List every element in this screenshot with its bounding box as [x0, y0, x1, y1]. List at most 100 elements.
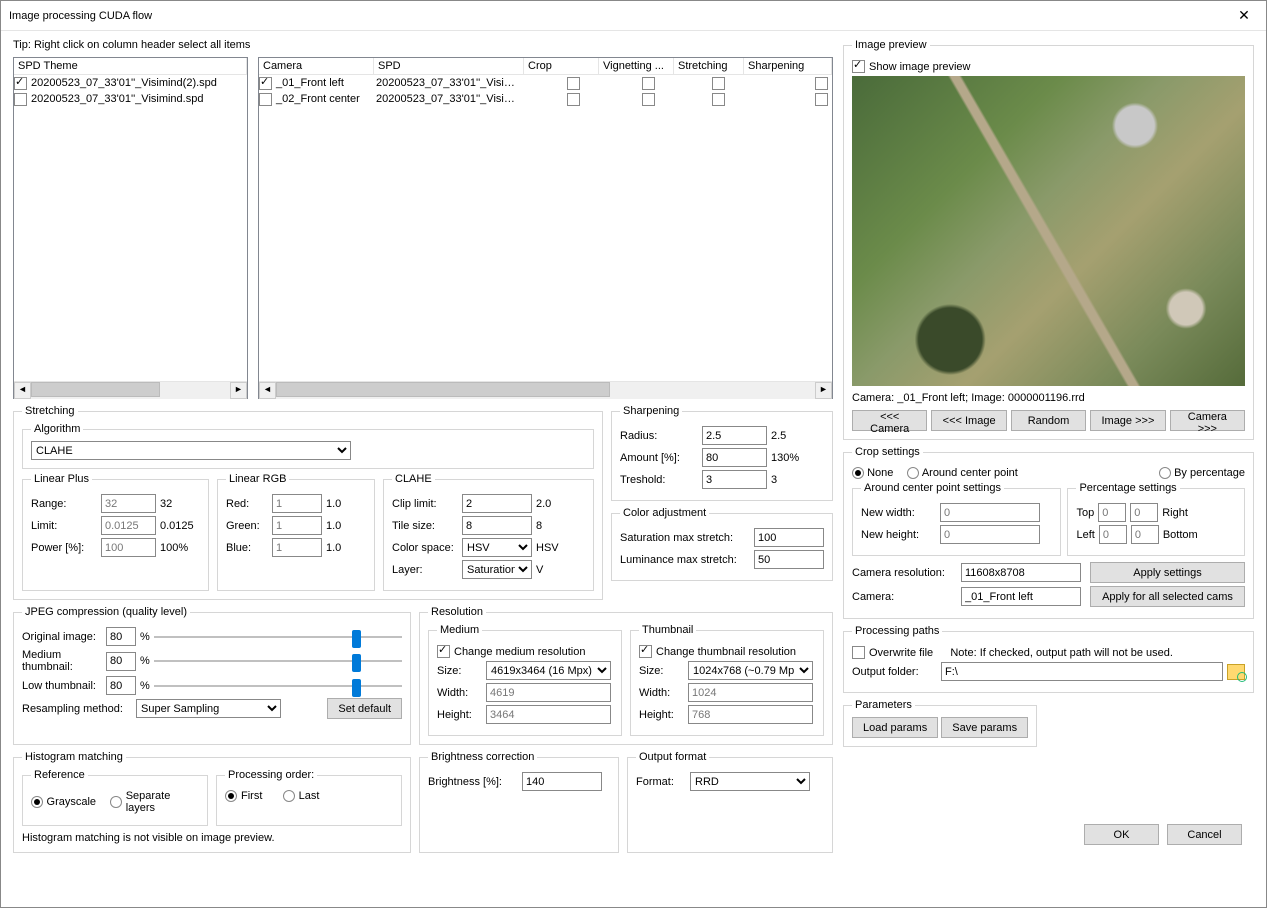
- spd-theme-table[interactable]: SPD Theme 20200523_07_33'01''_Visimind(2…: [13, 57, 248, 399]
- set-default-button[interactable]: Set default: [327, 698, 402, 719]
- checkbox-icon[interactable]: [642, 77, 655, 90]
- threshold-input[interactable]: [702, 470, 767, 489]
- crop-right-input[interactable]: [1130, 503, 1158, 522]
- luminance-input[interactable]: [754, 550, 824, 569]
- new-width-input[interactable]: [940, 503, 1040, 522]
- prev-image-button[interactable]: <<< Image: [931, 410, 1006, 431]
- radio-icon[interactable]: [31, 796, 43, 808]
- table-row[interactable]: _02_Front center 20200523_07_33'01''_Vis…: [259, 91, 832, 107]
- jpeg-med-input[interactable]: [106, 652, 136, 671]
- checkbox-icon[interactable]: [567, 93, 580, 106]
- table-row[interactable]: 20200523_07_33'01''_Visimind(2).spd: [14, 75, 247, 91]
- algorithm-select[interactable]: CLAHE: [31, 441, 351, 460]
- checkbox-icon[interactable]: [437, 645, 450, 658]
- medium-res-group: Medium Change medium resolution Size:461…: [428, 624, 622, 736]
- camera-table[interactable]: Camera SPD Crop Vignetting ... Stretchin…: [258, 57, 833, 399]
- format-select[interactable]: RRD: [690, 772, 810, 791]
- clip-input[interactable]: [462, 494, 532, 513]
- checkbox-icon[interactable]: [259, 77, 272, 90]
- blue-input[interactable]: [272, 538, 322, 557]
- h-scrollbar[interactable]: ◄►: [259, 381, 832, 398]
- around-center-group: Around center point settings New width: …: [852, 482, 1061, 556]
- medium-height-input[interactable]: [486, 705, 611, 724]
- medium-width-input[interactable]: [486, 683, 611, 702]
- browse-folder-icon[interactable]: [1227, 664, 1245, 680]
- checkbox-icon[interactable]: [852, 60, 865, 73]
- processing-order-group: Processing order: First Last: [216, 769, 402, 826]
- brightness-group: Brightness correction Brightness [%]:: [419, 751, 619, 853]
- prev-camera-button[interactable]: <<< Camera: [852, 410, 927, 431]
- spd-header[interactable]: SPD Theme: [14, 58, 247, 74]
- window-title: Image processing CUDA flow: [9, 10, 1230, 22]
- thumb-size-select[interactable]: 1024x768 (~0.79 Mp: [688, 661, 813, 680]
- tile-input[interactable]: [462, 516, 532, 535]
- jpeg-orig-slider[interactable]: [154, 628, 402, 646]
- checkbox-icon[interactable]: [712, 77, 725, 90]
- radio-icon[interactable]: [225, 790, 237, 802]
- h-scrollbar[interactable]: ◄►: [14, 381, 247, 398]
- checkbox-icon[interactable]: [815, 93, 828, 106]
- parameters-group: Parameters Load params Save params: [843, 699, 1037, 747]
- color-adjustment-group: Color adjustment Saturation max stretch:…: [611, 507, 833, 581]
- radio-icon[interactable]: [110, 796, 122, 808]
- jpeg-low-input[interactable]: [106, 676, 136, 695]
- jpeg-med-slider[interactable]: [154, 652, 402, 670]
- checkbox-icon[interactable]: [14, 93, 27, 106]
- random-button[interactable]: Random: [1011, 410, 1086, 431]
- output-folder-input[interactable]: [941, 662, 1223, 681]
- medium-size-select[interactable]: 4619x3464 (16 Mpx): [486, 661, 611, 680]
- thumb-height-input[interactable]: [688, 705, 813, 724]
- close-icon[interactable]: ✕: [1230, 7, 1258, 24]
- load-params-button[interactable]: Load params: [852, 717, 938, 738]
- checkbox-icon[interactable]: [639, 645, 652, 658]
- amount-input[interactable]: [702, 448, 767, 467]
- thumb-width-input[interactable]: [688, 683, 813, 702]
- crop-top-input[interactable]: [1098, 503, 1126, 522]
- reference-group: Reference Grayscale Separate layers: [22, 769, 208, 826]
- resampling-select[interactable]: Super Sampling: [136, 699, 281, 718]
- camera-resolution-input[interactable]: [961, 563, 1081, 582]
- brightness-input[interactable]: [522, 772, 602, 791]
- power-input[interactable]: [101, 538, 156, 557]
- ok-button[interactable]: OK: [1084, 824, 1159, 845]
- crop-left-input[interactable]: [1099, 525, 1127, 544]
- sharpening-group: Sharpening Radius:2.5 Amount [%]:130% Tr…: [611, 405, 833, 501]
- table-row[interactable]: _01_Front left 20200523_07_33'01''_Visim…: [259, 75, 832, 91]
- titlebar: Image processing CUDA flow ✕: [1, 1, 1266, 31]
- jpeg-low-slider[interactable]: [154, 677, 402, 695]
- radio-icon[interactable]: [283, 790, 295, 802]
- crop-bottom-input[interactable]: [1131, 525, 1159, 544]
- checkbox-icon[interactable]: [567, 77, 580, 90]
- image-preview-group: Image preview Show image preview Camera:…: [843, 39, 1254, 440]
- jpeg-orig-input[interactable]: [106, 627, 136, 646]
- checkbox-icon[interactable]: [642, 93, 655, 106]
- cancel-button[interactable]: Cancel: [1167, 824, 1242, 845]
- radio-icon[interactable]: [907, 467, 919, 479]
- checkbox-icon[interactable]: [852, 646, 865, 659]
- next-image-button[interactable]: Image >>>: [1090, 410, 1165, 431]
- next-camera-button[interactable]: Camera >>>: [1170, 410, 1245, 431]
- apply-all-button[interactable]: Apply for all selected cams: [1090, 586, 1245, 607]
- red-input[interactable]: [272, 494, 322, 513]
- colorspace-select[interactable]: HSV: [462, 538, 532, 557]
- checkbox-icon[interactable]: [712, 93, 725, 106]
- limit-input[interactable]: [101, 516, 156, 535]
- radius-input[interactable]: [702, 426, 767, 445]
- save-params-button[interactable]: Save params: [941, 717, 1028, 738]
- layer-select[interactable]: Saturation: [462, 560, 532, 579]
- saturation-input[interactable]: [754, 528, 824, 547]
- table-row[interactable]: 20200523_07_33'01''_Visimind.spd: [14, 91, 247, 107]
- green-input[interactable]: [272, 516, 322, 535]
- checkbox-icon[interactable]: [14, 77, 27, 90]
- preview-caption: Camera: _01_Front left; Image: 000000119…: [852, 392, 1245, 404]
- radio-icon[interactable]: [1159, 467, 1171, 479]
- checkbox-icon[interactable]: [815, 77, 828, 90]
- clahe-group: CLAHE Clip limit:2.0 Tile size:8 Color s…: [383, 473, 594, 591]
- camera-name-input[interactable]: [961, 587, 1081, 606]
- radio-icon[interactable]: [852, 467, 864, 479]
- apply-settings-button[interactable]: Apply settings: [1090, 562, 1245, 583]
- linear-rgb-group: Linear RGB Red:1.0 Green:1.0 Blue:1.0: [217, 473, 375, 591]
- checkbox-icon[interactable]: [259, 93, 272, 106]
- new-height-input[interactable]: [940, 525, 1040, 544]
- range-input[interactable]: [101, 494, 156, 513]
